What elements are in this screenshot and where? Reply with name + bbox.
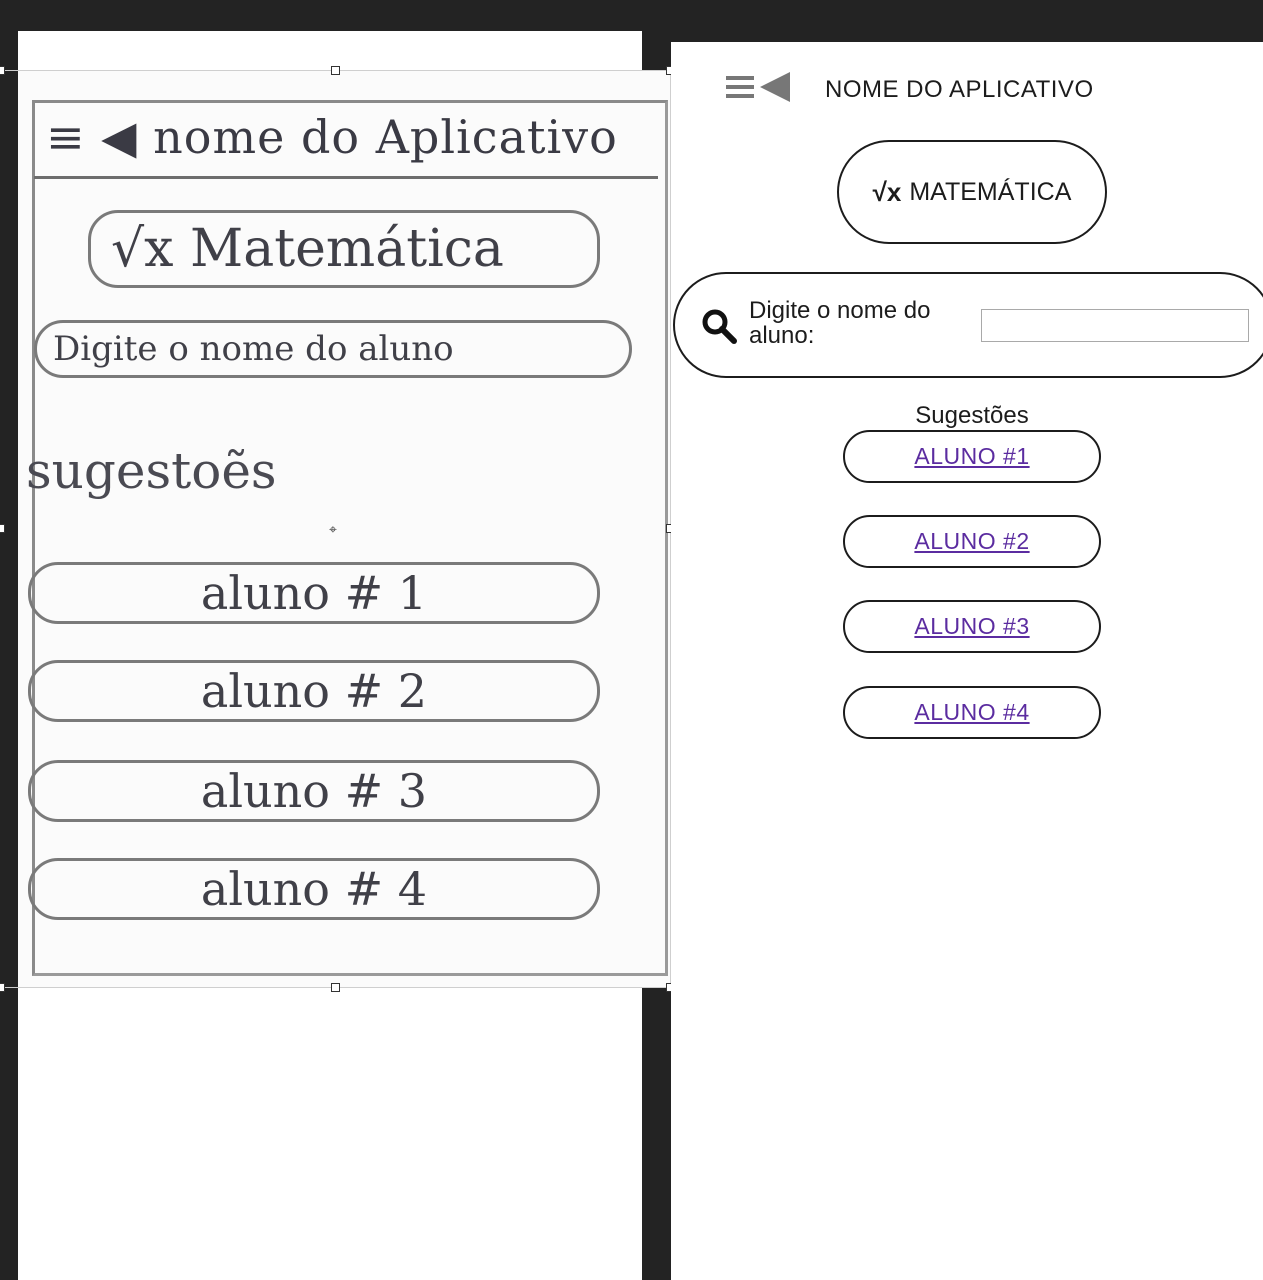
sketch-math-label: √x Matemática <box>111 219 504 279</box>
sketch-aluno-label: aluno # 1 <box>200 566 428 620</box>
reference-point-icon[interactable]: ⌖ <box>329 522 337 538</box>
transform-handle-bottom-left[interactable] <box>0 983 5 992</box>
aluno-button[interactable]: ALUNO #2 <box>843 515 1101 568</box>
aluno-link[interactable]: ALUNO #2 <box>914 528 1029 555</box>
app-title: NOME DO APLICATIVO <box>825 76 1094 103</box>
sketch-header-text: ≡ ◀ nome do Aplicativo <box>46 110 618 164</box>
transform-handle-top[interactable] <box>331 66 340 75</box>
aluno-link[interactable]: ALUNO #3 <box>914 613 1029 640</box>
suggestions-title: Sugestões <box>915 402 1029 429</box>
sketch-aluno-item: aluno # 3 <box>28 760 600 822</box>
sketch-math-button: √x Matemática <box>88 210 600 288</box>
transform-handle-bottom[interactable] <box>331 983 340 992</box>
search-bar: Digite o nome do aluno: <box>673 272 1263 378</box>
aluno-link[interactable]: ALUNO #1 <box>914 443 1029 470</box>
sketch-search-label: Digite o nome do aluno <box>53 329 454 369</box>
app-mockup: NOME DO APLICATIVO √x MATEMÁTICA Digite … <box>671 42 1263 1280</box>
aluno-button[interactable]: ALUNO #4 <box>843 686 1101 739</box>
math-button-label: MATEMÁTICA <box>909 177 1072 206</box>
sketch-divider <box>34 176 658 179</box>
transform-handle-left[interactable] <box>0 524 5 533</box>
transform-handle-top-left[interactable] <box>0 66 5 75</box>
sketch-aluno-label: aluno # 4 <box>200 862 428 916</box>
sketch-search-bar: Digite o nome do aluno <box>34 320 632 378</box>
search-icon <box>702 309 737 344</box>
search-label: Digite o nome do aluno: <box>749 297 931 349</box>
sketch-aluno-label: aluno # 2 <box>200 664 428 718</box>
aluno-link[interactable]: ALUNO #4 <box>914 699 1029 726</box>
sqrt-icon: √x <box>872 176 902 207</box>
sketch-aluno-item: aluno # 1 <box>28 562 600 624</box>
sketch-image[interactable]: ≡ ◀ nome do Aplicativo √x Matemática Dig… <box>18 70 670 988</box>
aluno-button[interactable]: ALUNO #3 <box>843 600 1101 653</box>
student-name-input[interactable] <box>981 309 1249 342</box>
sketch-aluno-item: aluno # 2 <box>28 660 600 722</box>
sketch-suggestions-title: sugestoẽs <box>26 442 277 500</box>
aluno-button[interactable]: ALUNO #1 <box>843 430 1101 483</box>
math-button[interactable]: √x MATEMÁTICA <box>837 140 1107 244</box>
sketch-aluno-item: aluno # 4 <box>28 858 600 920</box>
sketch-aluno-label: aluno # 3 <box>200 764 428 818</box>
menu-back-icon[interactable] <box>726 70 792 106</box>
